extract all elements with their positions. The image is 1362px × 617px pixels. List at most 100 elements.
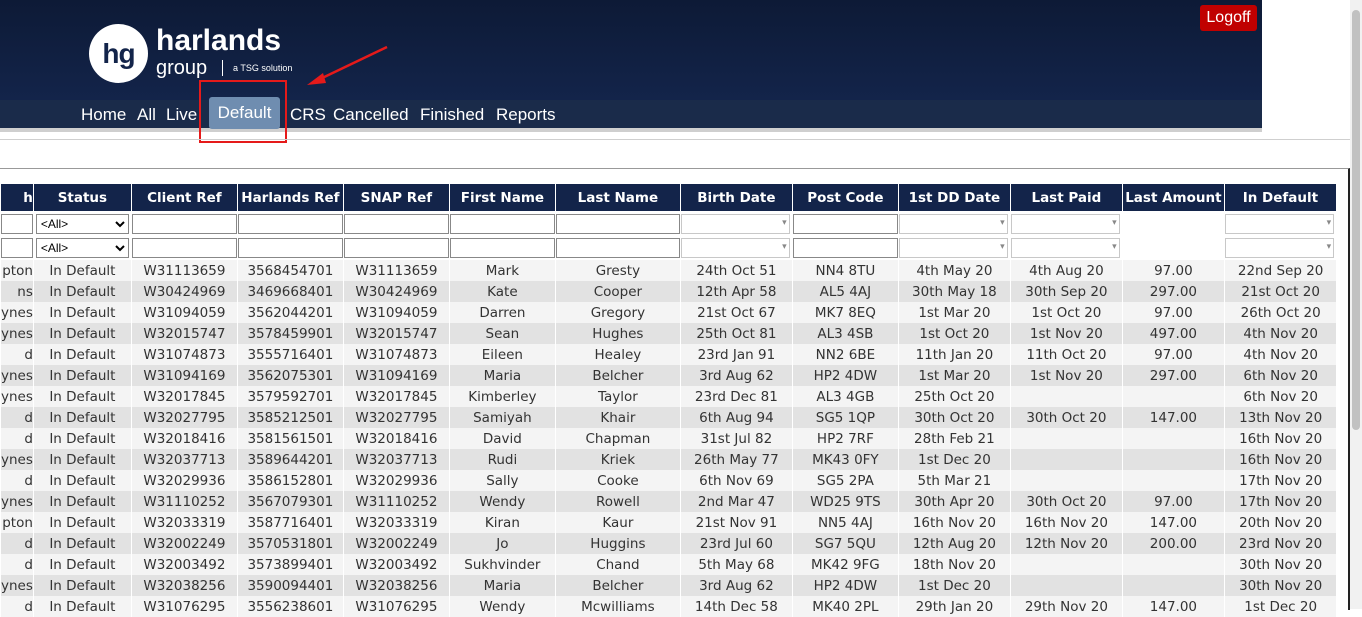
nav-home[interactable]: Home — [81, 103, 126, 127]
annotation-arrow — [307, 45, 388, 85]
nav-cancelled[interactable]: Cancelled — [333, 103, 409, 127]
chevron-down-icon[interactable]: ▾ — [1327, 242, 1332, 252]
table-row[interactable]: ynes In Default W31094059 3562044201 W310940… — [0, 302, 1337, 323]
table-cell — [1121, 428, 1225, 449]
table-cell: 97.00 — [1121, 260, 1225, 281]
table-cell: 3556238601 — [236, 596, 344, 617]
column-header[interactable]: Birth Date — [679, 183, 793, 212]
table-cell: NN5 4AJ — [791, 512, 899, 533]
column-header[interactable]: Post Code — [791, 183, 899, 212]
filter-input[interactable] — [238, 214, 343, 234]
table-cell: W31076295 — [342, 596, 450, 617]
column-header[interactable]: In Default — [1223, 183, 1337, 212]
date-filter[interactable]: ▾ — [681, 214, 790, 234]
date-filter[interactable]: ▾ — [1225, 214, 1335, 234]
table-cell: 12th Nov 20 — [1009, 533, 1123, 554]
table-row[interactable]: d In Default W32003492 3573899401 W32003492 S… — [0, 554, 1337, 575]
table-cell: Khair — [554, 407, 681, 428]
filter-input[interactable] — [132, 238, 237, 258]
table-cell: 1st Nov 20 — [1009, 365, 1123, 386]
chevron-down-icon[interactable]: ▾ — [1000, 218, 1005, 228]
nav-live[interactable]: Live — [166, 103, 197, 127]
table-cell: In Default — [32, 281, 132, 302]
table-cell: W31076295 — [130, 596, 238, 617]
table-cell: SG5 2PA — [791, 470, 899, 491]
chevron-down-icon[interactable]: ▾ — [1112, 218, 1117, 228]
table-row[interactable]: ynes In Default W32038256 3590094401 W320382… — [0, 575, 1337, 596]
table-cell — [1121, 449, 1225, 470]
table-row[interactable]: ns In Default W30424969 3469668401 W30424969… — [0, 281, 1337, 302]
nav-reports[interactable]: Reports — [496, 103, 556, 127]
column-header[interactable]: Client Ref — [130, 183, 238, 212]
column-header[interactable]: Harlands Ref — [236, 183, 344, 212]
table-cell: Chapman — [554, 428, 681, 449]
table-row[interactable]: pton In Default W32033319 3587716401 W320333… — [0, 512, 1337, 533]
date-filter[interactable]: ▾ — [1225, 238, 1335, 258]
date-filter[interactable]: ▾ — [1011, 214, 1120, 234]
table-cell: Sukhvinder — [448, 554, 556, 575]
filter-input[interactable] — [450, 214, 555, 234]
table-row[interactable]: ynes In Default W32015747 3578459901 W320157… — [0, 323, 1337, 344]
column-header[interactable]: Last Paid — [1009, 183, 1123, 212]
table-row[interactable]: ynes In Default W32017845 3579592701 W320178… — [0, 386, 1337, 407]
chevron-down-icon[interactable]: ▾ — [1112, 242, 1117, 252]
filter-input[interactable] — [556, 238, 680, 258]
filter-input[interactable] — [450, 238, 555, 258]
table-row[interactable]: d In Default W32002249 3570531801 W32002249 J… — [0, 533, 1337, 554]
chevron-down-icon[interactable]: ▾ — [782, 218, 787, 228]
table-cell: 4th May 20 — [897, 260, 1011, 281]
date-filter[interactable]: ▾ — [899, 238, 1008, 258]
column-header[interactable]: First Name — [448, 183, 556, 212]
table-row[interactable]: d In Default W32018416 3581561501 W32018416 D… — [0, 428, 1337, 449]
column-header[interactable]: SNAP Ref — [342, 183, 450, 212]
filter-input[interactable] — [132, 214, 237, 234]
table-cell: In Default — [32, 302, 132, 323]
logoff-button[interactable]: Logoff — [1200, 5, 1257, 31]
table-row[interactable]: pton In Default W31113659 3568454701 W311136… — [0, 260, 1337, 281]
filter-cell — [342, 211, 450, 236]
date-filter[interactable]: ▾ — [899, 214, 1008, 234]
table-cell: W32003492 — [342, 554, 450, 575]
table-cell: MK40 2PL — [791, 596, 899, 617]
table-cell: W32002249 — [130, 533, 238, 554]
column-header[interactable]: h — [0, 183, 34, 212]
date-filter[interactable]: ▾ — [681, 238, 790, 258]
filter-input[interactable] — [238, 238, 343, 258]
filter-input[interactable] — [556, 214, 680, 234]
table-cell: Kimberley — [448, 386, 556, 407]
column-header[interactable]: Last Amount — [1121, 183, 1225, 212]
table-row[interactable]: d In Default W32027795 3585212501 W32027795 S… — [0, 407, 1337, 428]
table-row[interactable]: d In Default W32029936 3586152801 W32029936 S… — [0, 470, 1337, 491]
column-header[interactable]: 1st DD Date — [897, 183, 1011, 212]
nav-finished[interactable]: Finished — [420, 103, 484, 127]
column-header[interactable]: Status — [32, 183, 132, 212]
chevron-down-icon[interactable]: ▾ — [1000, 242, 1005, 252]
chevron-down-icon[interactable]: ▾ — [1327, 218, 1332, 228]
table-row[interactable]: d In Default W31074873 3555716401 W31074873 E… — [0, 344, 1337, 365]
date-filter[interactable]: ▾ — [1011, 238, 1120, 258]
table-cell: In Default — [32, 407, 132, 428]
nav-all[interactable]: All — [137, 103, 156, 127]
filter-input[interactable] — [793, 238, 898, 258]
status-filter-select[interactable]: <All> — [35, 214, 129, 234]
table-row[interactable]: ynes In Default W31094169 3562075301 W310941… — [0, 365, 1337, 386]
nav-crs[interactable]: CRS — [290, 103, 326, 127]
filter-input[interactable] — [793, 214, 898, 234]
chevron-down-icon[interactable]: ▾ — [782, 242, 787, 252]
table-cell: 30th Oct 20 — [1009, 491, 1123, 512]
table-cell: 13th Nov 20 — [1223, 407, 1337, 428]
table-cell: 1st Mar 20 — [897, 365, 1011, 386]
filter-input[interactable] — [1, 214, 33, 234]
scrollbar-thumb[interactable] — [1352, 10, 1360, 430]
filter-input[interactable] — [344, 238, 449, 258]
table-row[interactable]: ynes In Default W32037713 3589644201 W320377… — [0, 449, 1337, 470]
table-cell: Samiyah — [448, 407, 556, 428]
column-header[interactable]: Last Name — [554, 183, 681, 212]
table-row[interactable]: ynes In Default W31110252 3567079301 W311102… — [0, 491, 1337, 512]
table-cell: 3579592701 — [236, 386, 344, 407]
table-cell: 3469668401 — [236, 281, 344, 302]
status-filter-select[interactable]: <All> — [35, 238, 129, 258]
filter-input[interactable] — [344, 214, 449, 234]
table-row[interactable]: d In Default W31076295 3556238601 W31076295 W… — [0, 596, 1337, 617]
filter-input[interactable] — [1, 238, 33, 258]
